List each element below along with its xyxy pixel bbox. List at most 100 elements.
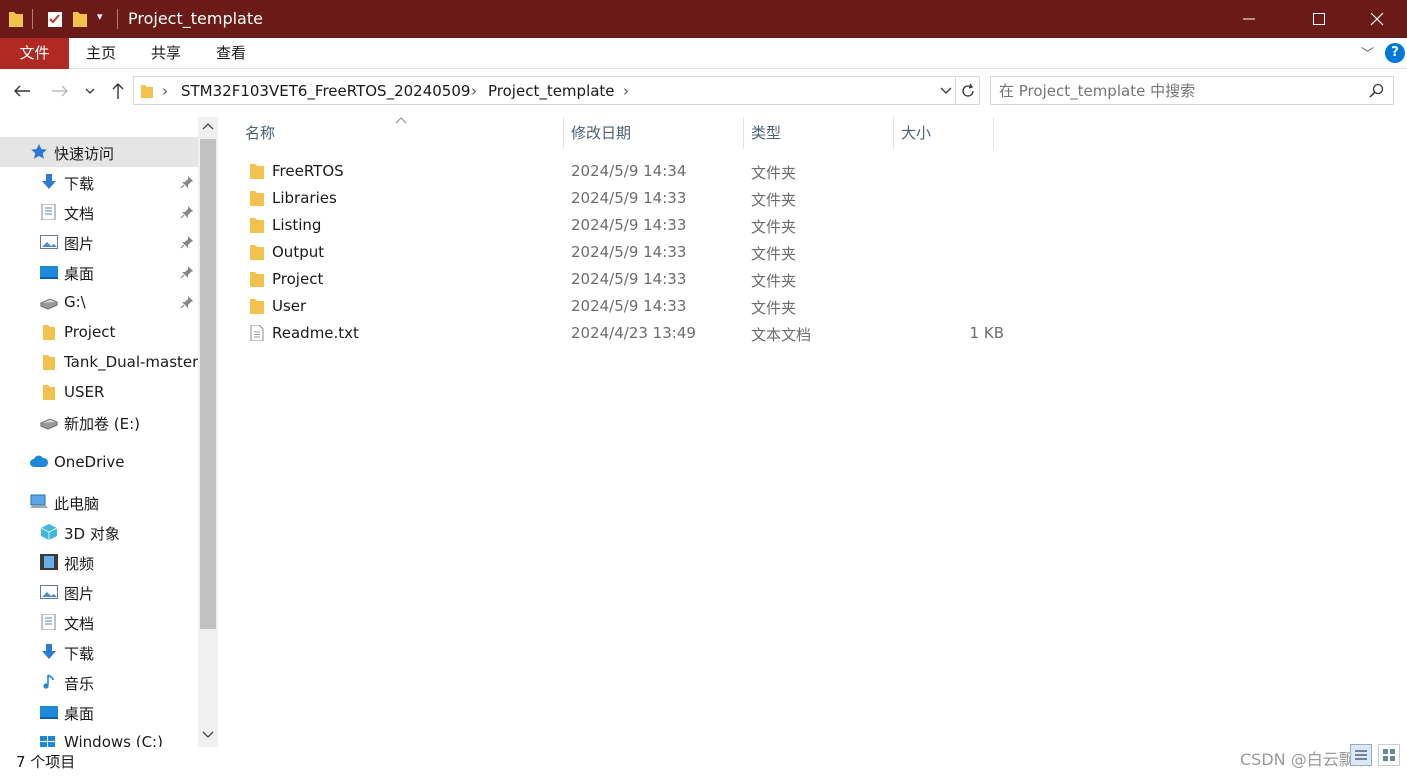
- file-list: 名称 修改日期 类型 大小 FreeRTOS 2024/5/9 14:34 文件…: [219, 117, 1407, 747]
- nav-item-desktop[interactable]: 桌面: [0, 257, 198, 287]
- minimize-button[interactable]: [1226, 0, 1272, 38]
- file-row-freertos[interactable]: FreeRTOS 2024/5/9 14:34 文件夹: [241, 158, 1221, 185]
- search-input[interactable]: [999, 80, 1359, 101]
- nav-item-e-drive[interactable]: 新加卷 (E:): [0, 407, 198, 437]
- file-row-project[interactable]: Project 2024/5/9 14:33 文件夹: [241, 266, 1221, 293]
- nav-item-windows-c[interactable]: Windows (C:): [0, 727, 198, 747]
- close-button[interactable]: [1354, 0, 1400, 38]
- nav-label: 视频: [64, 555, 95, 573]
- scroll-down-icon[interactable]: [202, 731, 214, 739]
- computer-icon: [30, 494, 48, 508]
- file-row-readme[interactable]: Readme.txt 2024/4/23 13:49 文本文档 1 KB: [241, 320, 1221, 347]
- address-bar[interactable]: › STM32F103VET6_FreeRTOS_20240509 › Proj…: [133, 76, 956, 105]
- maximize-button[interactable]: [1296, 0, 1342, 38]
- nav-item-documents-pc[interactable]: 文档: [0, 607, 198, 637]
- breadcrumb-separator-icon[interactable]: ›: [471, 82, 477, 100]
- nav-label: 图片: [64, 235, 95, 253]
- column-header-size[interactable]: 大小: [901, 117, 931, 149]
- nav-item-downloads-pc[interactable]: 下载: [0, 637, 198, 667]
- drive-icon: [40, 418, 58, 430]
- scrollbar-thumb[interactable]: [200, 139, 216, 629]
- nav-item-tank-dual-master[interactable]: Tank_Dual-master: [0, 347, 198, 377]
- nav-item-3d-objects[interactable]: 3D 对象: [0, 517, 198, 547]
- nav-label: 桌面: [64, 265, 95, 283]
- nav-scrollbar[interactable]: [198, 117, 218, 747]
- nav-label: 文档: [64, 205, 95, 223]
- details-view-icon: [1355, 750, 1367, 760]
- folder-icon: [43, 325, 55, 340]
- details-view-button[interactable]: [1350, 744, 1372, 766]
- nav-item-project[interactable]: Project: [0, 317, 198, 347]
- nav-item-this-pc[interactable]: 此电脑: [0, 487, 198, 517]
- breadcrumb-parent[interactable]: STM32F103VET6_FreeRTOS_20240509: [181, 82, 470, 100]
- pin-icon[interactable]: [180, 175, 194, 189]
- file-row-listing[interactable]: Listing 2024/5/9 14:33 文件夹: [241, 212, 1221, 239]
- nav-label: Windows (C:): [64, 733, 163, 747]
- folder-icon: [250, 191, 264, 206]
- back-button[interactable]: [8, 78, 36, 104]
- file-name: FreeRTOS: [272, 162, 344, 180]
- file-row-user[interactable]: User 2024/5/9 14:33 文件夹: [241, 293, 1221, 320]
- file-date: 2024/5/9 14:33: [571, 270, 687, 288]
- tab-file[interactable]: 文件: [0, 38, 69, 69]
- tab-share[interactable]: 共享: [143, 38, 189, 69]
- file-type: 文件夹: [751, 164, 797, 182]
- nav-item-videos[interactable]: 视频: [0, 547, 198, 577]
- nav-item-downloads[interactable]: 下载: [0, 167, 198, 197]
- column-header-name[interactable]: 名称: [245, 117, 275, 149]
- nav-label: Tank_Dual-master: [64, 353, 199, 371]
- nav-item-g-drive[interactable]: G:\: [0, 287, 198, 317]
- 3d-objects-icon: [40, 524, 58, 540]
- address-history-chevron-icon[interactable]: [940, 87, 952, 95]
- refresh-button[interactable]: [956, 76, 980, 105]
- up-button[interactable]: [104, 78, 132, 104]
- search-icon[interactable]: [1369, 83, 1385, 99]
- pin-icon[interactable]: [180, 205, 194, 219]
- file-name: Listing: [272, 216, 322, 234]
- expand-ribbon-chevron-icon[interactable]: ﹀: [1361, 43, 1374, 62]
- new-folder-icon[interactable]: [72, 9, 88, 29]
- pin-icon[interactable]: [180, 235, 194, 249]
- search-box[interactable]: [990, 76, 1394, 105]
- nav-item-desktop-pc[interactable]: 桌面: [0, 697, 198, 727]
- breadcrumb-current[interactable]: Project_template: [488, 82, 615, 100]
- file-date: 2024/5/9 14:33: [571, 297, 687, 315]
- column-header-type[interactable]: 类型: [751, 117, 781, 149]
- file-row-libraries[interactable]: Libraries 2024/5/9 14:33 文件夹: [241, 185, 1221, 212]
- file-size: 1 KB: [969, 324, 1004, 342]
- nav-label: 音乐: [64, 675, 95, 693]
- customize-toolbar-chevron-icon[interactable]: ▾: [97, 10, 103, 23]
- pictures-icon: [40, 235, 58, 249]
- video-icon: [40, 554, 58, 570]
- nav-item-quick-access[interactable]: 快速访问: [0, 137, 198, 167]
- nav-item-music[interactable]: 音乐: [0, 667, 198, 697]
- nav-item-pictures-pc[interactable]: 图片: [0, 577, 198, 607]
- large-icons-view-button[interactable]: [1378, 744, 1400, 766]
- close-icon: [1370, 12, 1384, 26]
- document-icon: [41, 614, 56, 630]
- tab-home[interactable]: 主页: [78, 38, 124, 69]
- forward-button[interactable]: [46, 78, 74, 104]
- tab-view[interactable]: 查看: [208, 38, 254, 69]
- properties-icon[interactable]: [47, 9, 63, 29]
- pin-icon[interactable]: [180, 265, 194, 279]
- file-type: 文件夹: [751, 272, 797, 290]
- cloud-icon: [30, 455, 49, 467]
- nav-item-documents[interactable]: 文档: [0, 197, 198, 227]
- recent-locations-button[interactable]: [78, 78, 102, 104]
- download-arrow-icon: [42, 174, 56, 189]
- help-icon[interactable]: ?: [1385, 43, 1405, 63]
- nav-item-user[interactable]: USER: [0, 377, 198, 407]
- folder-icon: [250, 164, 264, 179]
- nav-label: 桌面: [64, 705, 95, 723]
- drive-icon: [40, 298, 58, 310]
- nav-item-pictures[interactable]: 图片: [0, 227, 198, 257]
- text-file-icon: [250, 325, 264, 341]
- scroll-up-icon[interactable]: [202, 122, 214, 130]
- nav-item-onedrive[interactable]: OneDrive: [0, 447, 198, 477]
- breadcrumb-separator-icon[interactable]: ›: [162, 82, 168, 100]
- breadcrumb-separator-icon[interactable]: ›: [623, 82, 629, 100]
- pin-icon[interactable]: [180, 295, 194, 309]
- column-header-date[interactable]: 修改日期: [571, 117, 631, 149]
- file-row-output[interactable]: Output 2024/5/9 14:33 文件夹: [241, 239, 1221, 266]
